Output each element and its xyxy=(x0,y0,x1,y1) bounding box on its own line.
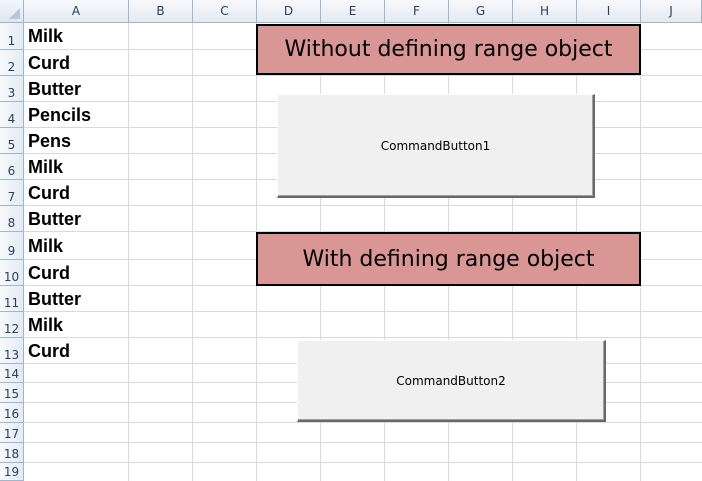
row-header-2[interactable]: 2 xyxy=(0,50,24,76)
row-header-15[interactable]: 15 xyxy=(0,383,24,403)
row-gridline xyxy=(24,442,702,443)
column-header-a[interactable]: A xyxy=(24,0,129,23)
row-header-19[interactable]: 19 xyxy=(0,463,24,481)
row-header-16[interactable]: 16 xyxy=(0,403,24,423)
row-gridline xyxy=(24,337,702,338)
row-header-11[interactable]: 11 xyxy=(0,286,24,312)
column-gridline xyxy=(128,23,129,481)
cell-a13[interactable]: Curd xyxy=(28,338,70,364)
row-header-14[interactable]: 14 xyxy=(0,364,24,383)
column-header-c[interactable]: C xyxy=(193,0,257,23)
row-header-17[interactable]: 17 xyxy=(0,423,24,443)
banner-without-range: Without defining range object xyxy=(256,24,641,75)
column-header-h[interactable]: H xyxy=(513,0,577,23)
select-all-triangle-icon xyxy=(9,8,20,19)
column-header-d[interactable]: D xyxy=(257,0,321,23)
cell-a5[interactable]: Pens xyxy=(28,128,71,154)
cell-a6[interactable]: Milk xyxy=(28,154,63,180)
banner-with-range: With defining range object xyxy=(256,232,641,286)
row-header-12[interactable]: 12 xyxy=(0,312,24,338)
row-gridline xyxy=(24,311,702,312)
row-header-5[interactable]: 5 xyxy=(0,128,24,154)
row-gridline xyxy=(24,462,702,463)
cell-a9[interactable]: Milk xyxy=(28,232,63,260)
column-header-f[interactable]: F xyxy=(385,0,449,23)
column-header-b[interactable]: B xyxy=(129,0,193,23)
row-header-10[interactable]: 10 xyxy=(0,260,24,286)
row-header-8[interactable]: 8 xyxy=(0,206,24,232)
cell-a10[interactable]: Curd xyxy=(28,260,70,286)
column-header-e[interactable]: E xyxy=(321,0,385,23)
row-header-18[interactable]: 18 xyxy=(0,443,24,463)
cell-a11[interactable]: Butter xyxy=(28,286,81,312)
row-header-3[interactable]: 3 xyxy=(0,76,24,102)
column-header-g[interactable]: G xyxy=(449,0,513,23)
row-header-4[interactable]: 4 xyxy=(0,102,24,128)
cell-a4[interactable]: Pencils xyxy=(28,102,91,128)
column-gridline xyxy=(192,23,193,481)
cell-a12[interactable]: Milk xyxy=(28,312,63,338)
row-header-7[interactable]: 7 xyxy=(0,180,24,206)
row-header-9[interactable]: 9 xyxy=(0,232,24,260)
row-gridline xyxy=(24,205,702,206)
row-gridline xyxy=(24,75,702,76)
command-button-2[interactable]: CommandButton2 xyxy=(297,340,606,422)
command-button-1[interactable]: CommandButton1 xyxy=(277,94,595,198)
row-gridline xyxy=(24,422,702,423)
row-header-13[interactable]: 13 xyxy=(0,338,24,364)
cell-a2[interactable]: Curd xyxy=(28,50,70,76)
spreadsheet-grid: ABCDEFGHIJ 1 2 3 4 5 6 7 8 9 10 11 12 13 14 15 16 17 18 19… xyxy=(0,0,702,481)
select-all-corner[interactable] xyxy=(0,0,24,23)
column-header-i[interactable]: I xyxy=(577,0,641,23)
row-header-6[interactable]: 6 xyxy=(0,154,24,180)
cell-a1[interactable]: Milk xyxy=(28,23,63,50)
cell-a8[interactable]: Butter xyxy=(28,206,81,232)
column-header-j[interactable]: J xyxy=(641,0,702,23)
cell-a7[interactable]: Curd xyxy=(28,180,70,206)
cell-a3[interactable]: Butter xyxy=(28,76,81,102)
row-header-1[interactable]: 1 xyxy=(0,23,24,50)
